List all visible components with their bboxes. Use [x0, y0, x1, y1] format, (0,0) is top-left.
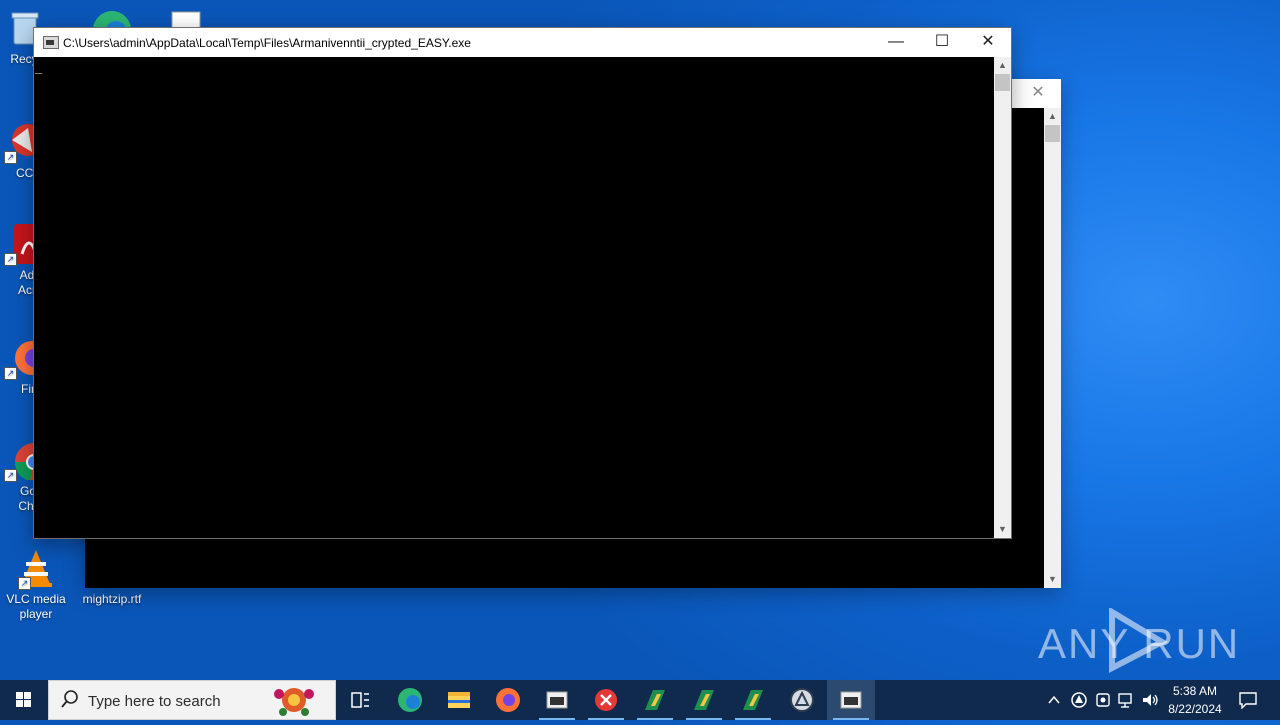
windows-logo-icon: [16, 692, 31, 707]
taskbar-winrar-1[interactable]: [631, 680, 679, 720]
desktop-icon-edge-partial[interactable]: [88, 5, 138, 27]
taskbar: Type here to search 5:38 AM 8/22/2024: [0, 680, 1280, 720]
taskbar-winrar-2[interactable]: [680, 680, 728, 720]
tray-device-icon[interactable]: [1094, 691, 1112, 714]
taskbar-console-1[interactable]: [533, 680, 581, 720]
back-window-scroll-thumb[interactable]: [1045, 125, 1060, 142]
taskbar-search-box[interactable]: Type here to search: [48, 680, 336, 720]
taskbar-firefox[interactable]: [484, 680, 532, 720]
clock-time: 5:38 AM: [1172, 684, 1218, 698]
shortcut-arrow-icon: ↗: [4, 151, 17, 164]
front-window-scroll-thumb[interactable]: [995, 74, 1010, 91]
task-view-button[interactable]: [336, 680, 384, 720]
console-output[interactable]: _: [34, 57, 994, 538]
scroll-down-arrow-icon[interactable]: ▼: [1044, 571, 1061, 588]
volume-icon[interactable]: [1141, 691, 1159, 714]
clock[interactable]: 5:38 AM 8/22/2024: [1163, 680, 1227, 720]
shortcut-arrow-icon: ↗: [4, 367, 17, 380]
edge-icon: [93, 11, 131, 27]
search-icon: [61, 689, 79, 714]
edge-icon: [398, 688, 422, 712]
shortcut-arrow-icon: ↗: [4, 469, 17, 482]
firefox-icon: [496, 688, 520, 712]
notification-icon[interactable]: [1238, 691, 1258, 714]
watermark-text: ANY RUN: [1038, 620, 1241, 667]
network-icon[interactable]: [1117, 691, 1135, 714]
search-highlight-icon: [271, 682, 317, 723]
taskbar-winrar-3[interactable]: [729, 680, 777, 720]
task-view-icon: [351, 692, 369, 708]
vlc-icon: ↗: [16, 548, 56, 590]
back-window-close-button[interactable]: ✕: [1015, 79, 1061, 108]
winrar-icon: [645, 690, 665, 710]
front-window-scrollbar[interactable]: ▲ ▼: [994, 57, 1011, 538]
console-window-front[interactable]: C:\Users\admin\AppData\Local\Temp\Files\…: [33, 27, 1012, 539]
back-window-scrollbar[interactable]: ▲ ▼: [1044, 108, 1061, 588]
taskbar-console-2[interactable]: [827, 680, 875, 720]
window-title: C:\Users\admin\AppData\Local\Temp\Files\…: [63, 36, 471, 50]
anyrun-icon: [790, 688, 814, 712]
winrar-icon: [694, 690, 714, 710]
console-app-icon: [43, 36, 59, 49]
anyrun-watermark: ANY RUN: [1038, 606, 1241, 674]
console-active-icon: [840, 691, 862, 709]
winrar-icon: [743, 690, 763, 710]
tray-overflow-chevron-icon[interactable]: [1046, 692, 1062, 713]
taskbar-file-explorer[interactable]: [435, 680, 483, 720]
scroll-up-arrow-icon[interactable]: ▲: [1044, 108, 1061, 125]
document-icon: [171, 11, 201, 27]
scroll-up-arrow-icon[interactable]: ▲: [994, 57, 1011, 74]
close-button[interactable]: ✕: [965, 28, 1011, 57]
tray-anyrun-icon[interactable]: [1070, 691, 1088, 714]
maximize-button[interactable]: ☐: [919, 28, 965, 57]
search-placeholder: Type here to search: [88, 693, 221, 710]
shortcut-arrow-icon: ↗: [18, 577, 31, 590]
taskbar-anyrun[interactable]: [778, 680, 826, 720]
start-button[interactable]: [0, 680, 48, 720]
console-icon: [546, 691, 568, 709]
file-explorer-icon: [448, 692, 470, 708]
front-window-titlebar[interactable]: C:\Users\admin\AppData\Local\Temp\Files\…: [34, 28, 1011, 57]
console-cursor: _: [35, 60, 43, 74]
minimize-button[interactable]: —: [873, 28, 919, 57]
taskbar-error-app[interactable]: [582, 680, 630, 720]
error-x-icon: [595, 689, 617, 711]
scroll-down-arrow-icon[interactable]: ▼: [994, 521, 1011, 538]
clock-date: 8/22/2024: [1168, 702, 1222, 716]
taskbar-edge[interactable]: [386, 680, 434, 720]
desktop-icon-vlc[interactable]: ↗ VLC media player: [0, 548, 72, 622]
shortcut-arrow-icon: ↗: [4, 253, 17, 266]
desktop-icon-file-partial[interactable]: [170, 10, 204, 27]
